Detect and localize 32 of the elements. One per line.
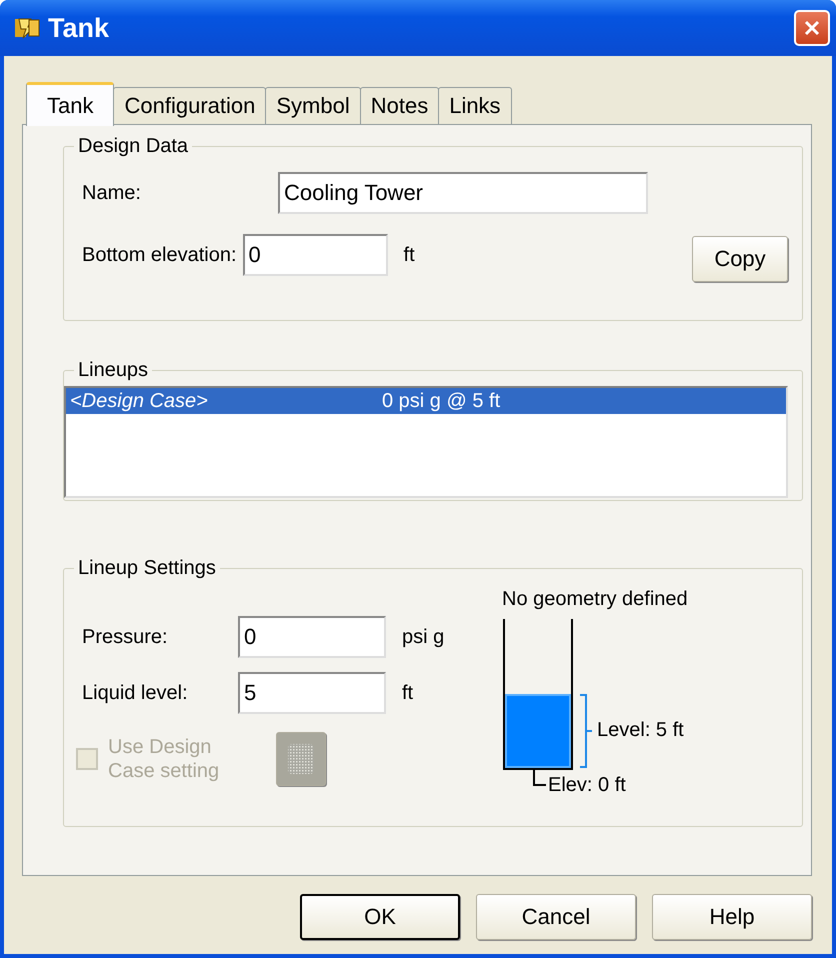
level-label: Level: 5 ft <box>597 719 684 742</box>
app-icon <box>14 16 40 40</box>
elevation-field[interactable]: 0 <box>242 234 388 276</box>
pressure-label: Pressure: <box>82 626 169 648</box>
dialog-button[interactable]: Help <box>652 894 812 940</box>
unit-label: ft <box>402 682 414 704</box>
elevation-label: Bottom elevation: <box>82 244 237 266</box>
dialog-button[interactable]: Cancel <box>476 894 636 940</box>
case-name: <Design Case> <box>70 390 209 412</box>
pressure-field[interactable]: 0 <box>238 616 386 658</box>
diagram-caption: No geometry defined <box>502 588 689 611</box>
liquid-level-field[interactable]: 5 <box>238 672 386 714</box>
liquid-level-label: Liquid level: <box>82 682 189 704</box>
unit-label: psi g <box>402 626 444 648</box>
window-title: Tank <box>48 12 110 44</box>
group-title: Lineup Settings <box>77 557 217 580</box>
checkbox-label: Use Design Case setting <box>108 735 220 783</box>
name-field[interactable]: Cooling Tower <box>278 172 648 214</box>
dialog-button[interactable]: OK <box>300 894 460 940</box>
group-title: Lineups <box>77 359 150 382</box>
close-button[interactable] <box>794 10 830 46</box>
tab[interactable]: Links <box>438 87 512 124</box>
close-icon <box>802 18 822 38</box>
unit-label: ft <box>404 244 415 266</box>
group-title: Design Data <box>77 135 190 158</box>
elevation-marker-label: Elev: 0 ft <box>548 774 626 797</box>
tab[interactable]: Tank <box>26 82 114 126</box>
name-label: Name: <box>82 182 142 204</box>
list-row[interactable]: <Design Case> 0 psi g @ 5 ft <box>66 388 786 414</box>
dotted-pattern-icon <box>287 743 315 775</box>
case-value: 0 psi g @ 5 ft <box>382 390 500 412</box>
copy-button[interactable]: Copy <box>692 236 788 282</box>
